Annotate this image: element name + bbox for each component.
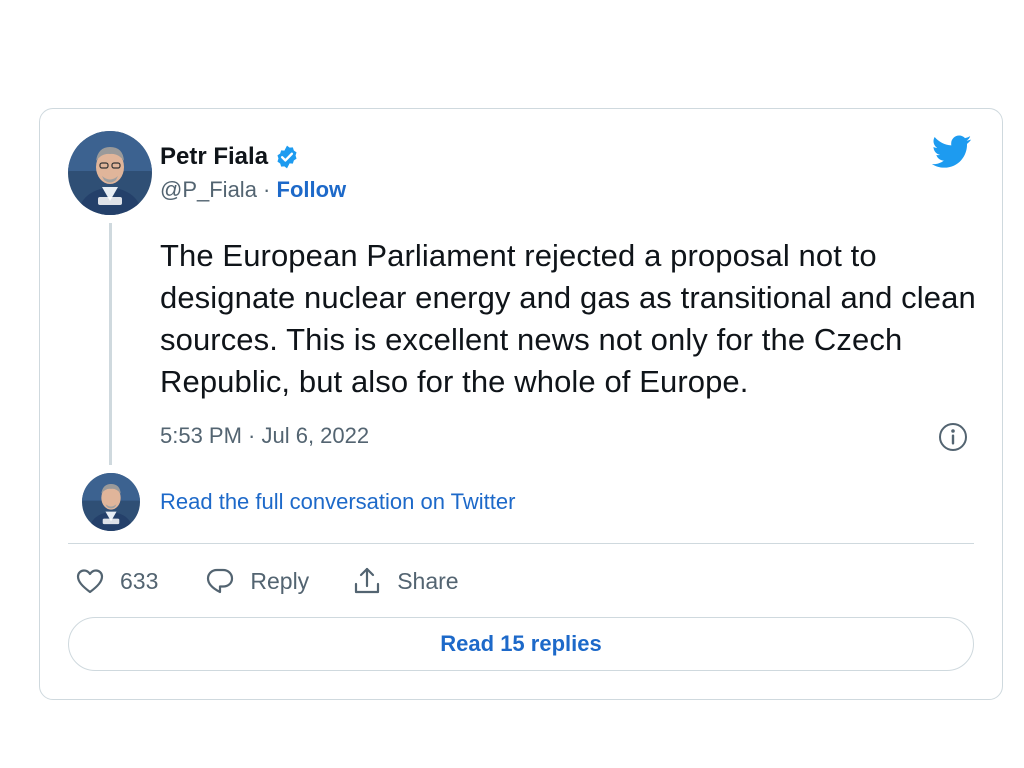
author-avatar[interactable] (68, 131, 152, 215)
like-count: 633 (120, 567, 159, 594)
twitter-bird-icon[interactable] (931, 135, 972, 169)
embedded-tweet-card: Petr Fiala @P_Fiala · Follow The Europea… (39, 108, 1003, 700)
info-icon[interactable] (937, 421, 969, 453)
tweet-text: The European Parliament rejected a propo… (160, 238, 976, 399)
author-handle[interactable]: @P_Fiala (160, 177, 257, 202)
handle-row: @P_Fiala · Follow (160, 177, 346, 203)
speech-bubble-icon (207, 568, 234, 594)
conversation-avatar[interactable] (82, 473, 140, 531)
divider (68, 543, 974, 544)
author-info: Petr Fiala @P_Fiala · Follow (160, 143, 346, 203)
follow-button[interactable]: Follow (277, 177, 347, 202)
like-button[interactable]: 633 (74, 565, 158, 597)
author-name[interactable]: Petr Fiala (160, 143, 268, 171)
verified-badge-icon (274, 144, 300, 170)
reply-label: Reply (250, 567, 310, 594)
read-replies-button[interactable]: Read 15 replies (68, 617, 974, 671)
handle-separator: · (256, 177, 277, 202)
share-label: Share (397, 567, 459, 594)
tweet-timestamp[interactable]: 5:53 PM · Jul 6, 2022 (160, 423, 369, 449)
action-bar: 633 Reply Share (74, 565, 459, 597)
share-icon (355, 567, 380, 594)
share-button[interactable]: Share (351, 565, 459, 597)
thread-line (109, 223, 112, 465)
read-conversation-link[interactable]: Read the full conversation on Twitter (160, 489, 515, 515)
heart-icon (76, 569, 104, 594)
reply-button[interactable]: Reply (204, 565, 309, 597)
author-name-row: Petr Fiala (160, 143, 346, 171)
